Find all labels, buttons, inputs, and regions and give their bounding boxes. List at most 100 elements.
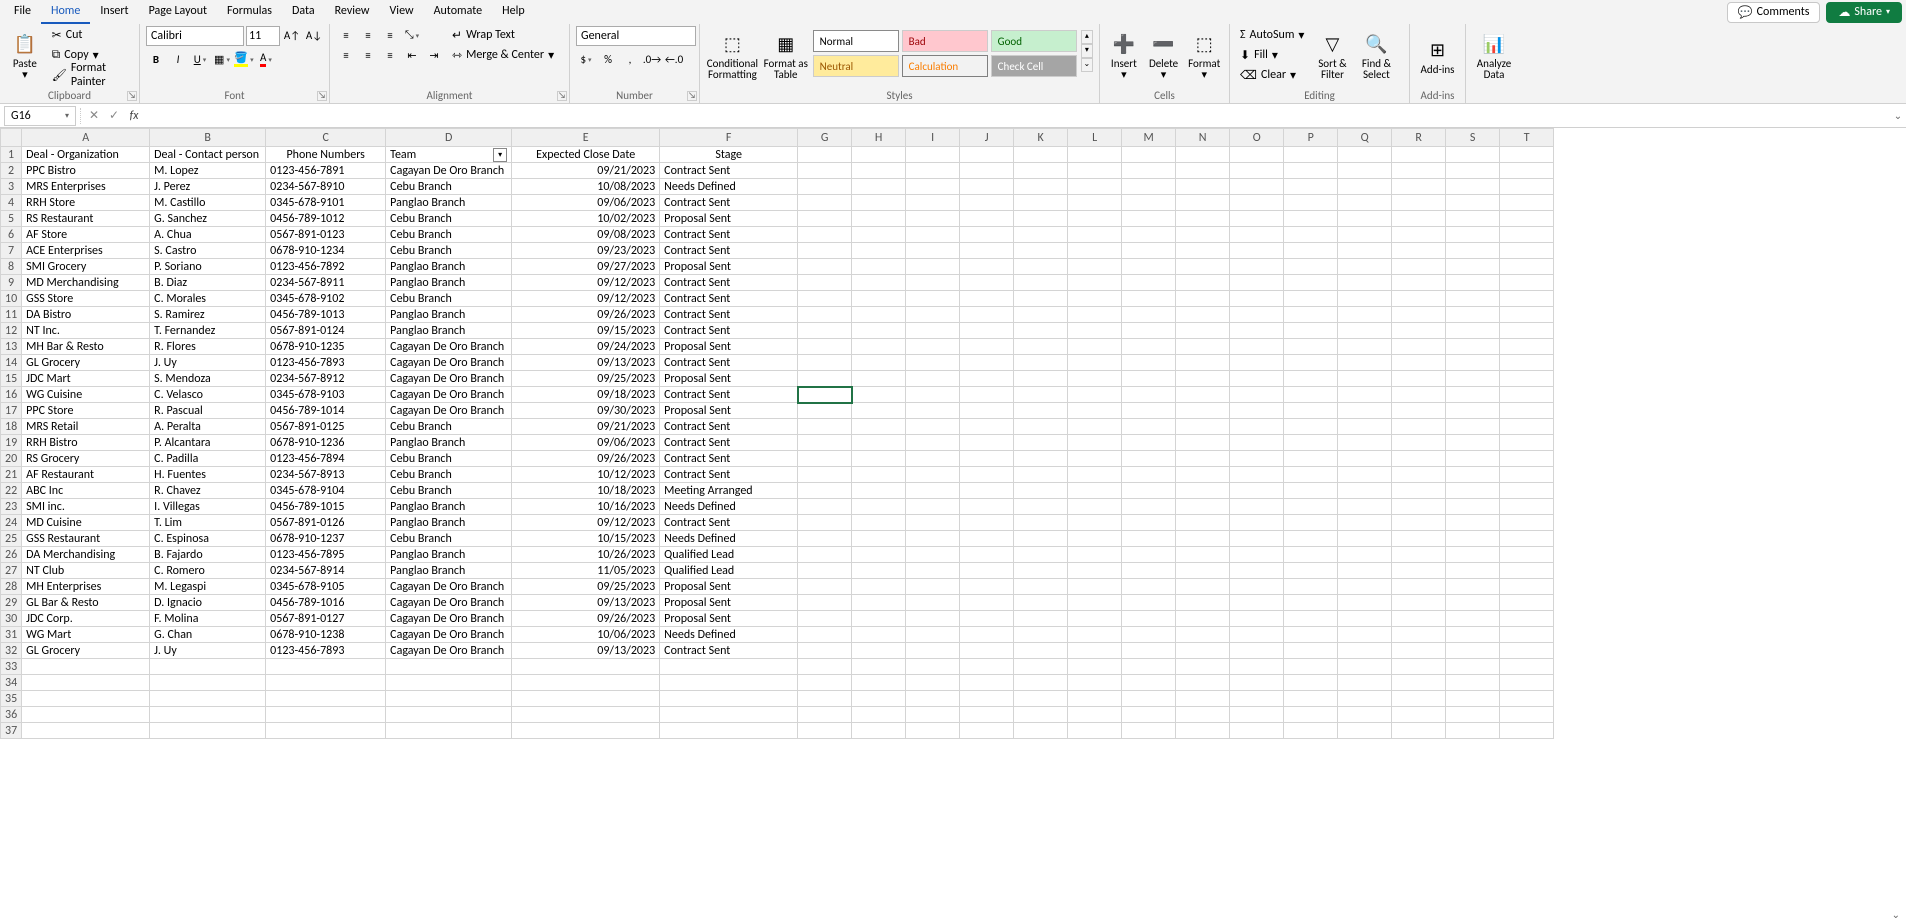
cell-A31[interactable]: WG Mart <box>22 627 150 643</box>
cell-A27[interactable]: NT Club <box>22 563 150 579</box>
cell-F7[interactable]: Contract Sent <box>660 243 798 259</box>
cell-C2[interactable]: 0123-456-7891 <box>266 163 386 179</box>
cell-B14[interactable]: J. Uy <box>150 355 266 371</box>
cell-F25[interactable]: Needs Defined <box>660 531 798 547</box>
cell-S12[interactable] <box>1446 323 1500 339</box>
cell-I2[interactable] <box>906 163 960 179</box>
cell-T22[interactable] <box>1500 483 1554 499</box>
cell-Q4[interactable] <box>1338 195 1392 211</box>
cell-H33[interactable] <box>852 659 906 675</box>
font-name-select[interactable] <box>146 26 244 46</box>
cell-B20[interactable]: C. Padilla <box>150 451 266 467</box>
cell-D32[interactable]: Cagayan De Oro Branch <box>386 643 512 659</box>
cell-I27[interactable] <box>906 563 960 579</box>
col-header-C[interactable]: C <box>266 129 386 147</box>
cell-O25[interactable] <box>1230 531 1284 547</box>
cell-P18[interactable] <box>1284 419 1338 435</box>
menu-file[interactable]: File <box>4 0 41 24</box>
spreadsheet-grid[interactable]: ABCDEFGHIJKLMNOPQRST1Deal - Organization… <box>0 128 1906 923</box>
row-header-13[interactable]: 13 <box>1 339 22 355</box>
cell-B34[interactable] <box>150 675 266 691</box>
cell-G4[interactable] <box>798 195 852 211</box>
cell-C32[interactable]: 0123-456-7893 <box>266 643 386 659</box>
cell-H24[interactable] <box>852 515 906 531</box>
col-header-Q[interactable]: Q <box>1338 129 1392 147</box>
cell-J12[interactable] <box>960 323 1014 339</box>
cell-A2[interactable]: PPC Bistro <box>22 163 150 179</box>
cell-A30[interactable]: JDC Corp. <box>22 611 150 627</box>
cell-N26[interactable] <box>1176 547 1230 563</box>
cell-P27[interactable] <box>1284 563 1338 579</box>
cell-Q22[interactable] <box>1338 483 1392 499</box>
cell-T5[interactable] <box>1500 211 1554 227</box>
cell-C7[interactable]: 0678-910-1234 <box>266 243 386 259</box>
align-bottom-button[interactable]: ≡ <box>380 26 400 44</box>
cell-G1[interactable] <box>798 147 852 163</box>
cell-O30[interactable] <box>1230 611 1284 627</box>
cell-C22[interactable]: 0345-678-9104 <box>266 483 386 499</box>
cell-I21[interactable] <box>906 467 960 483</box>
cell-P31[interactable] <box>1284 627 1338 643</box>
cell-A23[interactable]: SMI inc. <box>22 499 150 515</box>
cell-A13[interactable]: MH Bar & Resto <box>22 339 150 355</box>
cell-I33[interactable] <box>906 659 960 675</box>
col-header-I[interactable]: I <box>906 129 960 147</box>
cell-Q18[interactable] <box>1338 419 1392 435</box>
cell-R22[interactable] <box>1392 483 1446 499</box>
accounting-button[interactable]: $ <box>576 50 596 68</box>
cell-I4[interactable] <box>906 195 960 211</box>
cell-D11[interactable]: Panglao Branch <box>386 307 512 323</box>
cell-O31[interactable] <box>1230 627 1284 643</box>
cell-D5[interactable]: Cebu Branch <box>386 211 512 227</box>
cell-I8[interactable] <box>906 259 960 275</box>
cell-G9[interactable] <box>798 275 852 291</box>
cell-O26[interactable] <box>1230 547 1284 563</box>
row-header-1[interactable]: 1 <box>1 147 22 163</box>
cell-D27[interactable]: Panglao Branch <box>386 563 512 579</box>
cell-C23[interactable]: 0456-789-1015 <box>266 499 386 515</box>
cell-F11[interactable]: Contract Sent <box>660 307 798 323</box>
cell-C6[interactable]: 0567-891-0123 <box>266 227 386 243</box>
cell-K9[interactable] <box>1014 275 1068 291</box>
cell-P26[interactable] <box>1284 547 1338 563</box>
cell-E8[interactable]: 09/27/2023 <box>512 259 660 275</box>
cell-D6[interactable]: Cebu Branch <box>386 227 512 243</box>
cell-R9[interactable] <box>1392 275 1446 291</box>
cell-I23[interactable] <box>906 499 960 515</box>
cell-C1[interactable]: Phone Numbers <box>266 147 386 163</box>
cell-G30[interactable] <box>798 611 852 627</box>
cell-K37[interactable] <box>1014 723 1068 739</box>
cell-F18[interactable]: Contract Sent <box>660 419 798 435</box>
cell-N34[interactable] <box>1176 675 1230 691</box>
styles-scroll-down[interactable]: ▾ <box>1081 44 1093 58</box>
cell-H18[interactable] <box>852 419 906 435</box>
cell-J28[interactable] <box>960 579 1014 595</box>
cell-J24[interactable] <box>960 515 1014 531</box>
cell-O5[interactable] <box>1230 211 1284 227</box>
cell-H1[interactable] <box>852 147 906 163</box>
row-header-16[interactable]: 16 <box>1 387 22 403</box>
cell-K21[interactable] <box>1014 467 1068 483</box>
cell-M30[interactable] <box>1122 611 1176 627</box>
cell-E34[interactable] <box>512 675 660 691</box>
cell-D12[interactable]: Panglao Branch <box>386 323 512 339</box>
cell-J21[interactable] <box>960 467 1014 483</box>
cell-B21[interactable]: H. Fuentes <box>150 467 266 483</box>
cell-R1[interactable] <box>1392 147 1446 163</box>
cell-P8[interactable] <box>1284 259 1338 275</box>
cell-J9[interactable] <box>960 275 1014 291</box>
cell-R30[interactable] <box>1392 611 1446 627</box>
cell-O6[interactable] <box>1230 227 1284 243</box>
cell-J33[interactable] <box>960 659 1014 675</box>
cell-H4[interactable] <box>852 195 906 211</box>
cell-P29[interactable] <box>1284 595 1338 611</box>
cell-I22[interactable] <box>906 483 960 499</box>
cell-J30[interactable] <box>960 611 1014 627</box>
cell-D9[interactable]: Panglao Branch <box>386 275 512 291</box>
align-right-button[interactable]: ≡ <box>380 46 400 64</box>
cell-O20[interactable] <box>1230 451 1284 467</box>
cell-O8[interactable] <box>1230 259 1284 275</box>
cell-I37[interactable] <box>906 723 960 739</box>
cell-Q15[interactable] <box>1338 371 1392 387</box>
cell-T21[interactable] <box>1500 467 1554 483</box>
